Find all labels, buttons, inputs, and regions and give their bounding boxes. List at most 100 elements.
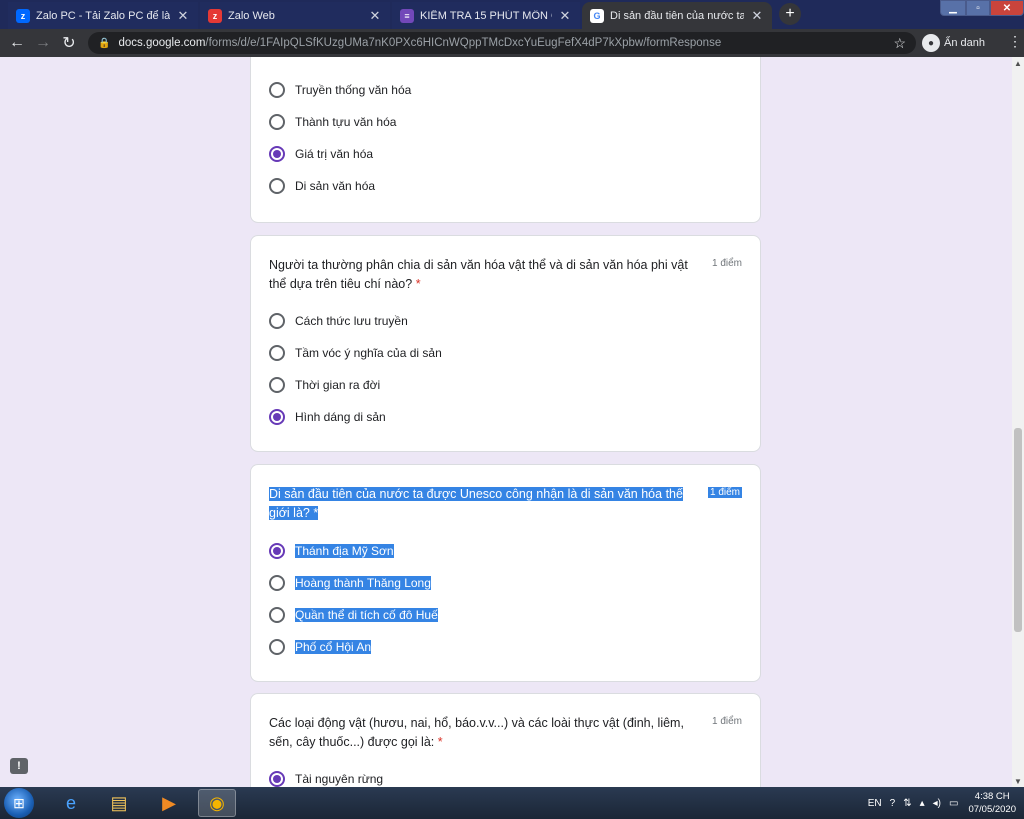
option-item[interactable]: Truyền thống văn hóa [269, 80, 411, 100]
option-label: Tầm vóc ý nghĩa của di sản [295, 346, 442, 360]
incognito-indicator[interactable]: ● Ẩn danh [922, 32, 985, 54]
google-icon: G [590, 8, 604, 23]
required-marker: * [437, 735, 443, 749]
tab-di-san[interactable]: G Di sản đầu tiên của nước ta được ✕ [582, 2, 772, 29]
radio-button[interactable] [269, 82, 285, 98]
incognito-label: Ẩn danh [944, 37, 985, 49]
maximize-button[interactable]: ▫ [966, 0, 990, 16]
clock-date: 07/05/2020 [968, 804, 1016, 815]
help-icon[interactable]: ? [890, 798, 896, 809]
radio-button[interactable] [269, 639, 285, 655]
zalo-icon: z [16, 8, 30, 23]
scroll-thumb[interactable] [1014, 428, 1022, 632]
forward-arrow-icon[interactable]: → [30, 30, 56, 56]
option-label: Thời gian ra đời [295, 378, 381, 392]
option-label: Tài nguyên rừng [295, 772, 384, 786]
radio-button-selected[interactable] [269, 409, 285, 425]
tab-kiem-tra[interactable]: ≡ KIỂM TRA 15 PHÚT MÔN GDCD ✕ [392, 2, 580, 29]
question-card-4: Các loại động vật (hươu, nai, hổ, báo.v.… [250, 693, 761, 787]
tray-arrow-icon[interactable]: ▴ [920, 798, 925, 809]
start-button-icon[interactable]: ⊞ [4, 788, 34, 818]
required-marker: * [313, 506, 319, 520]
volume-icon[interactable]: ◂) [933, 798, 941, 809]
system-tray: EN ? ⇅ ▴ ◂) ▭ 4:38 CH 07/05/2020 [860, 787, 1016, 819]
required-marker: * [415, 277, 421, 291]
scroll-down-icon[interactable]: ▼ [1012, 775, 1024, 787]
close-icon[interactable]: ✕ [176, 8, 190, 24]
radio-button[interactable] [269, 313, 285, 329]
form-page: Truyền thống văn hóa Thành tựu văn hóa G… [0, 57, 1012, 787]
new-tab-button[interactable]: + [779, 3, 801, 25]
option-label: Quần thể di tích cố đô Huế [295, 608, 438, 622]
option-label: Cách thức lưu truyền [295, 314, 408, 328]
feedback-icon[interactable]: ! [10, 758, 28, 774]
question-text: Các loại động vật (hươu, nai, hổ, báo.v.… [269, 716, 684, 749]
question-card-3: Di sản đầu tiên của nước ta được Unesco … [250, 464, 761, 682]
radio-button[interactable] [269, 114, 285, 130]
radio-button[interactable] [269, 345, 285, 361]
option-label: Thành tựu văn hóa [295, 115, 397, 129]
internet-explorer-icon[interactable]: e [52, 789, 90, 817]
back-arrow-icon[interactable]: ← [4, 30, 30, 56]
forms-icon: ≡ [400, 8, 414, 23]
tab-zalo-pc[interactable]: z Zalo PC - Tải Zalo PC để làm việc ✕ [8, 2, 198, 29]
question-text: Người ta thường phân chia di sản văn hóa… [269, 258, 688, 291]
media-player-icon[interactable]: ▶ [150, 789, 188, 817]
tab-strip: z Zalo PC - Tải Zalo PC để làm việc ✕ z … [0, 0, 1024, 29]
option-item[interactable]: Hình dáng di sản [269, 407, 386, 427]
radio-button[interactable] [269, 377, 285, 393]
clock[interactable]: 4:38 CH 07/05/2020 [968, 790, 1016, 816]
question-text: Di sản đầu tiên của nước ta được Unesco … [269, 487, 683, 520]
option-label: Hoàng thành Thăng Long [295, 576, 431, 590]
points-label: 1 điểm [711, 716, 742, 727]
option-label: Hình dáng di sản [295, 410, 386, 424]
close-icon[interactable]: ✕ [368, 8, 382, 24]
network-icon[interactable]: ⇅ [903, 798, 911, 809]
question-card-1: Truyền thống văn hóa Thành tựu văn hóa G… [250, 57, 761, 223]
radio-button[interactable] [269, 607, 285, 623]
incognito-icon: ● [922, 34, 940, 52]
option-item[interactable]: Tầm vóc ý nghĩa của di sản [269, 343, 442, 363]
language-indicator[interactable]: EN [868, 798, 882, 809]
option-item[interactable]: Thời gian ra đời [269, 375, 380, 395]
option-label: Giá trị văn hóa [295, 147, 374, 161]
star-icon[interactable]: ☆ [893, 35, 906, 52]
question-card-2: Người ta thường phân chia di sản văn hóa… [250, 235, 761, 452]
action-center-icon[interactable]: ▭ [949, 798, 958, 809]
tab-zalo-web[interactable]: z Zalo Web ✕ [200, 2, 390, 29]
option-item[interactable]: Thành tựu văn hóa [269, 112, 396, 132]
close-icon[interactable]: ✕ [750, 8, 764, 24]
points-label: 1 điểm [707, 487, 742, 498]
radio-button-selected[interactable] [269, 543, 285, 559]
radio-button-selected[interactable] [269, 146, 285, 162]
address-bar[interactable]: 🔒 docs.google.com/forms/d/e/1FAIpQLSfKUz… [88, 32, 916, 54]
tab-title: Zalo PC - Tải Zalo PC để làm việc [36, 9, 170, 22]
option-label: Thánh địa Mỹ Sơn [295, 544, 394, 558]
radio-button[interactable] [269, 178, 285, 194]
minimize-button[interactable]: ▁ [940, 0, 966, 16]
option-item[interactable]: Di sản văn hóa [269, 176, 375, 196]
page-scrollbar[interactable]: ▲ ▼ [1012, 57, 1024, 787]
radio-button[interactable] [269, 575, 285, 591]
file-explorer-icon[interactable]: ▤ [100, 789, 138, 817]
clock-time: 4:38 CH [974, 791, 1010, 802]
scroll-up-icon[interactable]: ▲ [1012, 57, 1024, 69]
radio-button-selected[interactable] [269, 771, 285, 787]
menu-kebab-icon[interactable]: ⋮ [1008, 33, 1022, 50]
option-label: Truyền thống văn hóa [295, 83, 412, 97]
option-item[interactable]: Cách thức lưu truyền [269, 311, 408, 331]
url-host: docs.google.com [118, 37, 206, 49]
option-item[interactable]: Phố cổ Hội An [269, 637, 372, 657]
option-item[interactable]: Hoàng thành Thăng Long [269, 573, 431, 593]
option-item[interactable]: Thánh địa Mỹ Sơn [269, 541, 394, 561]
reload-icon[interactable]: ↻ [56, 30, 82, 56]
chrome-icon[interactable]: ◉ [198, 789, 236, 817]
option-item[interactable]: Tài nguyên rừng [269, 769, 383, 787]
close-icon[interactable]: ✕ [558, 8, 572, 24]
window-close-button[interactable]: ✕ [990, 0, 1024, 16]
tab-title: KIỂM TRA 15 PHÚT MÔN GDCD [420, 9, 552, 22]
points-label: 1 điểm [711, 258, 742, 269]
option-label: Phố cổ Hội An [295, 640, 372, 654]
option-item[interactable]: Giá trị văn hóa [269, 144, 373, 164]
option-item[interactable]: Quần thể di tích cố đô Huế [269, 605, 438, 625]
